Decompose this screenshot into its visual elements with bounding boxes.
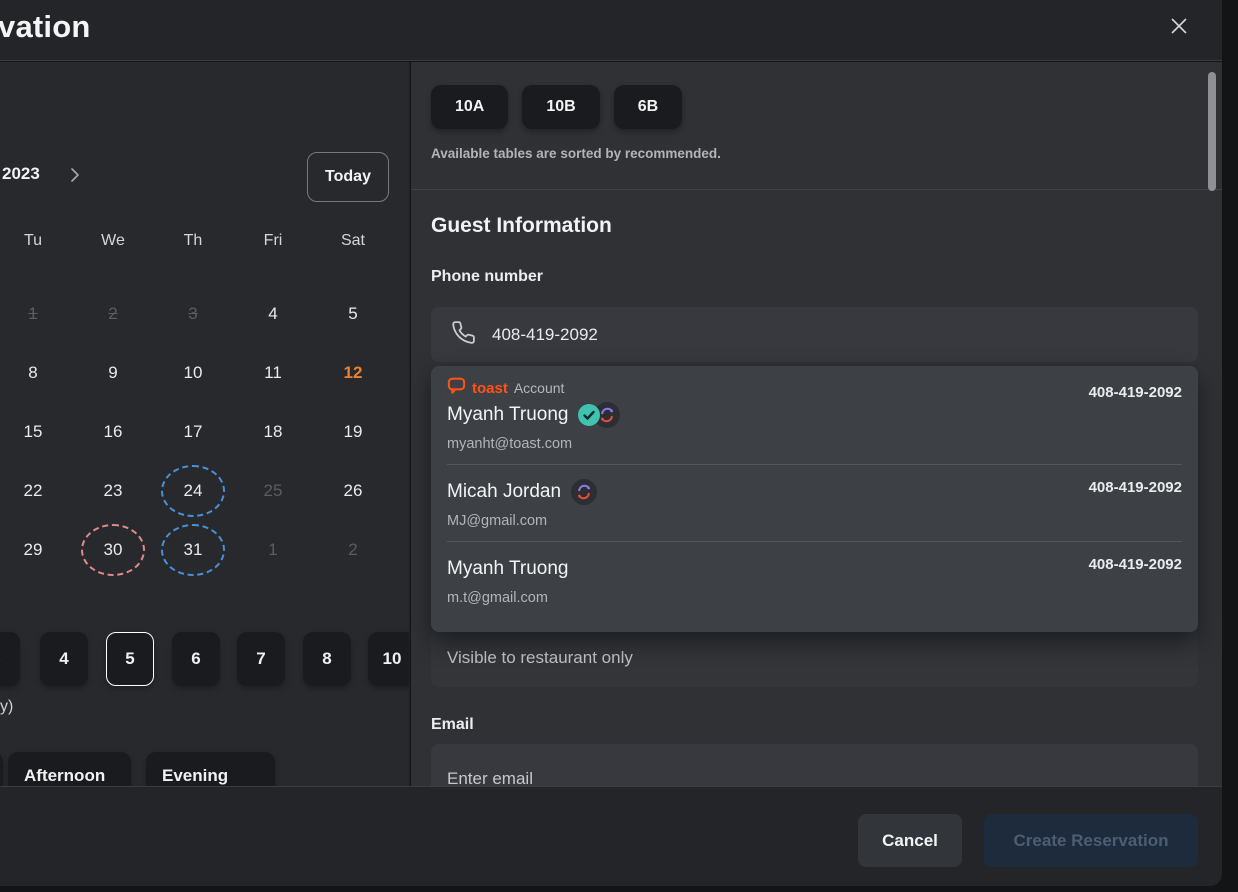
guest-email: MJ@gmail.com: [447, 513, 1182, 529]
calendar-month-label: 2023: [2, 164, 40, 184]
calendar-day[interactable]: 29: [0, 520, 73, 579]
create-reservation-button[interactable]: Create Reservation: [984, 814, 1198, 867]
event-ring-icon: [161, 524, 225, 576]
guest-email: myanht@toast.com: [447, 436, 1182, 452]
calendar-day-event-red[interactable]: 30: [73, 520, 153, 579]
phone-input[interactable]: 408-419-2092: [431, 307, 1198, 362]
table-chip[interactable]: 10A: [431, 85, 508, 129]
calendar-day[interactable]: 10: [153, 343, 233, 402]
cancel-button[interactable]: Cancel: [858, 814, 962, 867]
notes-input[interactable]: Visible to restaurant only: [431, 629, 1198, 687]
table-chip[interactable]: 6B: [614, 85, 682, 129]
calendar-day: 1: [233, 520, 313, 579]
time-of-day-title: Evening: [162, 766, 259, 786]
calendar-day: 2: [73, 284, 153, 343]
weekday-label: Sat: [313, 232, 393, 250]
reservation-details-panel: 10A 10B 6B Available tables are sorted b…: [411, 62, 1222, 786]
table-chip[interactable]: 10B: [522, 85, 599, 129]
calendar-day: 1: [0, 284, 73, 343]
email-input[interactable]: Enter email: [431, 744, 1198, 786]
time-of-day-button-cut[interactable]: [0, 752, 3, 786]
event-ring-icon: [81, 524, 145, 576]
guest-phone: 408-419-2092: [1089, 384, 1182, 401]
guest-name: Micah Jordan: [447, 481, 561, 503]
time-of-day-title: Afternoon: [24, 766, 115, 786]
party-size-button[interactable]: 4: [40, 632, 88, 686]
email-placeholder: Enter email: [447, 769, 533, 786]
calendar-day[interactable]: 11: [233, 343, 313, 402]
loyalty-sync-icon: [571, 479, 597, 505]
calendar-day: 2: [313, 520, 393, 579]
calendar-day: 25: [233, 461, 313, 520]
party-size-button[interactable]: 10: [368, 632, 410, 686]
modal-header: vation: [0, 0, 1222, 61]
calendar-day-event-blue[interactable]: 31: [153, 520, 233, 579]
phone-number-label: Phone number: [431, 268, 543, 286]
party-size-button[interactable]: 3: [0, 632, 20, 686]
guest-name: Myanh Truong: [447, 404, 568, 426]
calendar-day: 3: [153, 284, 233, 343]
guest-suggestion-row[interactable]: toast Account Myanh Truong myanht@toast.…: [431, 366, 1198, 464]
calendar-day[interactable]: 15: [0, 402, 73, 461]
calendar-day[interactable]: 4: [233, 284, 313, 343]
guest-suggestion-row[interactable]: Micah Jordan MJ@gmail.com 408-419-2092: [431, 465, 1198, 541]
scrollbar-thumb[interactable]: [1208, 72, 1216, 191]
party-size-button[interactable]: 7: [237, 632, 285, 686]
calendar-day[interactable]: 18: [233, 402, 313, 461]
notes-placeholder: Visible to restaurant only: [447, 648, 633, 668]
guest-email: m.t@gmail.com: [447, 590, 1182, 606]
phone-icon: [451, 320, 476, 350]
calendar-day[interactable]: 22: [0, 461, 73, 520]
guest-suggestions-dropdown: toast Account Myanh Truong myanht@toast.…: [431, 366, 1198, 632]
modal-footer: Cancel Create Reservation: [0, 786, 1222, 886]
toast-brand-text: toast: [472, 380, 508, 397]
modal-title: vation: [0, 9, 91, 45]
guest-phone: 408-419-2092: [1089, 556, 1182, 573]
calendar-day[interactable]: 8: [0, 343, 73, 402]
weekday-label: Th: [153, 232, 233, 250]
calendar-panel: 2023 Today Tu We Th Fri Sat 1 2 3 4 5 8 …: [0, 62, 410, 786]
calendar-day[interactable]: 9: [73, 343, 153, 402]
phone-input-value: 408-419-2092: [492, 325, 598, 345]
calendar-day[interactable]: 5: [313, 284, 393, 343]
toast-logo-icon: [447, 377, 466, 399]
tables-note: Available tables are sorted by recommend…: [431, 146, 721, 161]
calendar-day[interactable]: 17: [153, 402, 233, 461]
verified-check-icon: [578, 404, 600, 426]
next-month-chevron-icon[interactable]: [68, 167, 82, 183]
guest-phone: 408-419-2092: [1089, 479, 1182, 496]
calendar-day[interactable]: 19: [313, 402, 393, 461]
calendar-day-event-blue[interactable]: 24: [153, 461, 233, 520]
event-ring-icon: [161, 465, 225, 517]
party-size-button[interactable]: 8: [303, 632, 351, 686]
guest-suggestion-row[interactable]: Myanh Truong m.t@gmail.com 408-419-2092: [431, 542, 1198, 618]
calendar-date-grid: 1 2 3 4 5 8 9 10 11 12 15 16 17 18 19 22…: [0, 284, 393, 579]
close-icon[interactable]: [1166, 13, 1192, 39]
account-label: Account: [514, 380, 565, 396]
party-size-button-selected[interactable]: 5: [106, 632, 154, 686]
calendar-day[interactable]: 16: [73, 402, 153, 461]
party-size-button[interactable]: 6: [172, 632, 220, 686]
party-size-row: 3 4 5 6 7 8 10: [0, 632, 410, 686]
guest-information-heading: Guest Information: [431, 214, 612, 238]
today-button[interactable]: Today: [307, 152, 389, 202]
weekday-header-row: Tu We Th Fri Sat: [0, 232, 393, 250]
weekday-label: Tu: [0, 232, 73, 250]
calendar-day[interactable]: 26: [313, 461, 393, 520]
guest-name: Myanh Truong: [447, 558, 568, 580]
calendar-day[interactable]: 23: [73, 461, 153, 520]
weekday-label: We: [73, 232, 153, 250]
weekday-label: Fri: [233, 232, 313, 250]
calendar-day-selected[interactable]: 12: [313, 343, 393, 402]
time-of-day-button-evening[interactable]: Evening 5pm - 12am: [146, 752, 275, 786]
email-label: Email: [431, 716, 474, 734]
tables-section: 10A 10B 6B Available tables are sorted b…: [411, 62, 1222, 190]
time-of-day-label: y): [0, 698, 13, 716]
time-of-day-button-afternoon[interactable]: Afternoon 12pm - 5pm: [8, 752, 131, 786]
